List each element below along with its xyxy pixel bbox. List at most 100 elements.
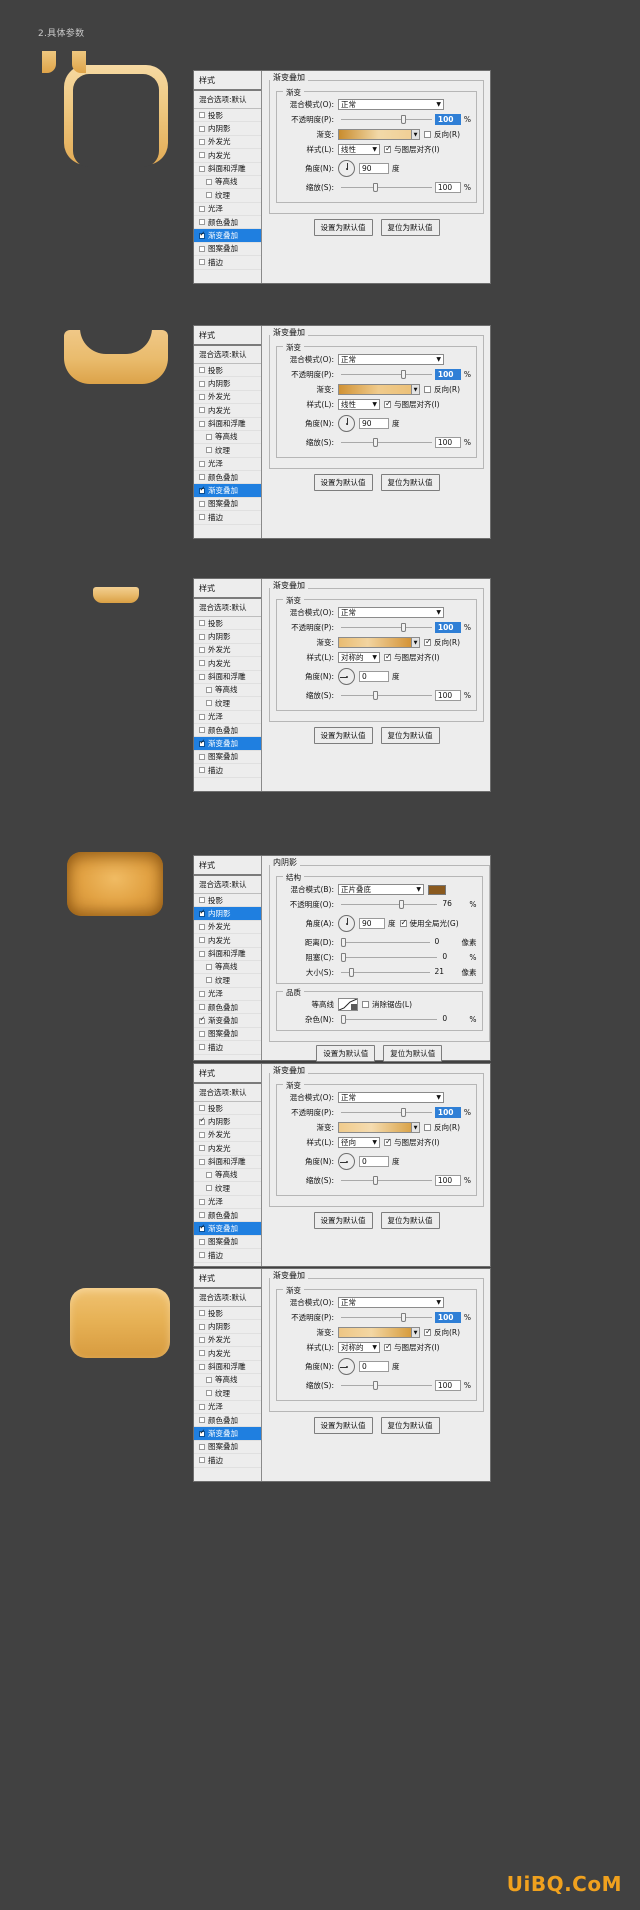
style-list-5[interactable]: 样式 混合选项:默认 投影 内阴影 外发光 内发光 斜面和浮雕 等高线 纹理 光… (194, 1064, 262, 1266)
checkbox-outer-glow[interactable] (199, 1132, 205, 1138)
checkbox-texture[interactable] (206, 1390, 212, 1396)
style-item-outer-glow[interactable]: 外发光 (194, 644, 261, 657)
checkbox-box[interactable] (424, 1329, 431, 1336)
style-item-color-overlay[interactable]: 颜色叠加 (194, 1209, 261, 1222)
chevron-down-icon[interactable]: ▼ (430, 356, 441, 363)
opacity-value[interactable]: 76 (440, 899, 466, 910)
set-default-button[interactable]: 设置为默认值 (314, 474, 373, 491)
checkbox-stroke[interactable] (199, 1457, 205, 1463)
checkbox-pattern-overlay[interactable] (199, 1239, 205, 1245)
style-item-texture[interactable]: 纹理 (194, 1182, 261, 1195)
gradient-style-select[interactable]: 线性▼ (338, 144, 380, 155)
dialog-3[interactable]: 样式 混合选项:默认 投影 内阴影 外发光 内发光 斜面和浮雕 等高线 纹理 光… (193, 578, 491, 792)
checkbox-outer-glow[interactable] (199, 1337, 205, 1343)
checkbox-contour[interactable] (206, 964, 212, 970)
style-item-stroke[interactable]: 描边 (194, 764, 261, 777)
reset-default-button[interactable]: 复位为默认值 (381, 1212, 440, 1229)
use-global-light-checkbox[interactable]: 使用全局光(G) (400, 918, 459, 929)
checkbox-satin[interactable] (199, 461, 205, 467)
checkbox-pattern-overlay[interactable] (199, 1444, 205, 1450)
style-item-color-overlay[interactable]: 颜色叠加 (194, 724, 261, 737)
checkbox-gradient-overlay[interactable] (199, 233, 205, 239)
style-item-texture[interactable]: 纹理 (194, 444, 261, 457)
opacity-value[interactable]: 100 (435, 1107, 461, 1118)
scale-slider[interactable] (341, 437, 432, 448)
style-item-contour[interactable]: 等高线 (194, 961, 261, 974)
checkbox-box[interactable] (362, 1001, 369, 1008)
style-item-inner-glow[interactable]: 内发光 (194, 657, 261, 670)
opacity-value[interactable]: 100 (435, 622, 461, 633)
style-list-2[interactable]: 样式 混合选项:默认 投影 内阴影 外发光 内发光 斜面和浮雕 等高线 纹理 光… (194, 326, 262, 538)
set-default-button[interactable]: 设置为默认值 (314, 1212, 373, 1229)
style-list-1[interactable]: 样式 混合选项:默认 投影 内阴影 外发光 内发光 斜面和浮雕 等高线 纹理 光… (194, 71, 262, 283)
checkbox-contour[interactable] (206, 687, 212, 693)
gradient-style-select[interactable]: 对称的▼ (338, 1342, 380, 1353)
chevron-down-icon[interactable]: ▼ (430, 609, 441, 616)
style-item-outer-glow[interactable]: 外发光 (194, 1334, 261, 1347)
style-item-drop-shadow[interactable]: 投影 (194, 894, 261, 907)
style-item-outer-glow[interactable]: 外发光 (194, 1129, 261, 1142)
checkbox-contour[interactable] (206, 434, 212, 440)
checkbox-drop-shadow[interactable] (199, 897, 205, 903)
checkbox-box[interactable] (384, 146, 391, 153)
style-item-bevel-emboss[interactable]: 斜面和浮雕 (194, 418, 261, 431)
checkbox-inner-glow[interactable] (199, 1350, 205, 1356)
style-item-pattern-overlay[interactable]: 图案叠加 (194, 1441, 261, 1454)
checkbox-stroke[interactable] (199, 1044, 205, 1050)
checkbox-box[interactable] (384, 1139, 391, 1146)
checkbox-stroke[interactable] (199, 767, 205, 773)
style-item-stroke[interactable]: 描边 (194, 1041, 261, 1054)
align-layer-checkbox[interactable]: 与图层对齐(I) (384, 1342, 440, 1353)
scale-value[interactable]: 100 (435, 1175, 461, 1186)
align-layer-checkbox[interactable]: 与图层对齐(I) (384, 144, 440, 155)
dialog-2[interactable]: 样式 混合选项:默认 投影 内阴影 外发光 内发光 斜面和浮雕 等高线 纹理 光… (193, 325, 491, 539)
style-item-bevel-emboss[interactable]: 斜面和浮雕 (194, 1156, 261, 1169)
checkbox-satin[interactable] (199, 1404, 205, 1410)
angle-dial[interactable] (338, 915, 355, 932)
gradient-picker[interactable]: ▼ (338, 384, 420, 395)
align-layer-checkbox[interactable]: 与图层对齐(I) (384, 1137, 440, 1148)
checkbox-box[interactable] (424, 639, 431, 646)
style-item-gradient-overlay[interactable]: 渐变叠加 (194, 1427, 261, 1440)
angle-value[interactable]: 0 (359, 1361, 389, 1372)
style-item-inner-shadow[interactable]: 内阴影 (194, 1115, 261, 1128)
noise-slider[interactable] (341, 1014, 437, 1025)
antialias-checkbox[interactable]: 消除锯齿(L) (362, 999, 412, 1010)
chevron-down-icon[interactable]: ▼ (411, 1123, 419, 1132)
style-item-outer-glow[interactable]: 外发光 (194, 136, 261, 149)
checkbox-box[interactable] (384, 654, 391, 661)
style-list-3[interactable]: 样式 混合选项:默认 投影 内阴影 外发光 内发光 斜面和浮雕 等高线 纹理 光… (194, 579, 262, 791)
checkbox-inner-glow[interactable] (199, 937, 205, 943)
reverse-checkbox[interactable]: 反向(R) (424, 384, 460, 395)
reset-default-button[interactable]: 复位为默认值 (381, 1417, 440, 1434)
style-item-outer-glow[interactable]: 外发光 (194, 921, 261, 934)
checkbox-pattern-overlay[interactable] (199, 501, 205, 507)
style-item-texture[interactable]: 纹理 (194, 189, 261, 202)
style-item-stroke[interactable]: 描边 (194, 1454, 261, 1467)
chevron-down-icon[interactable]: ▼ (411, 638, 419, 647)
style-item-drop-shadow[interactable]: 投影 (194, 364, 261, 377)
opacity-value[interactable]: 100 (435, 369, 461, 380)
checkbox-bevel-emboss[interactable] (199, 1159, 205, 1165)
noise-value[interactable]: 0 (440, 1014, 466, 1025)
style-item-gradient-overlay[interactable]: 渐变叠加 (194, 737, 261, 750)
checkbox-bevel-emboss[interactable] (199, 421, 205, 427)
style-item-satin[interactable]: 光泽 (194, 1401, 261, 1414)
style-item-inner-glow[interactable]: 内发光 (194, 404, 261, 417)
style-item-outer-glow[interactable]: 外发光 (194, 391, 261, 404)
chevron-down-icon[interactable] (351, 1004, 357, 1010)
checkbox-texture[interactable] (206, 700, 212, 706)
style-item-gradient-overlay[interactable]: 渐变叠加 (194, 229, 261, 242)
blend-mode-select[interactable]: 正常▼ (338, 1092, 444, 1103)
checkbox-bevel-emboss[interactable] (199, 674, 205, 680)
align-layer-checkbox[interactable]: 与图层对齐(I) (384, 652, 440, 663)
checkbox-inner-shadow[interactable] (199, 634, 205, 640)
checkbox-outer-glow[interactable] (199, 394, 205, 400)
checkbox-drop-shadow[interactable] (199, 367, 205, 373)
blend-mode-select[interactable]: 正常▼ (338, 99, 444, 110)
opacity-value[interactable]: 100 (435, 114, 461, 125)
style-item-satin[interactable]: 光泽 (194, 203, 261, 216)
dialog-4[interactable]: 样式 混合选项:默认 投影 内阴影 外发光 内发光 斜面和浮雕 等高线 纹理 光… (193, 855, 491, 1061)
style-item-gradient-overlay[interactable]: 渐变叠加 (194, 484, 261, 497)
blend-mode-select[interactable]: 正常▼ (338, 354, 444, 365)
